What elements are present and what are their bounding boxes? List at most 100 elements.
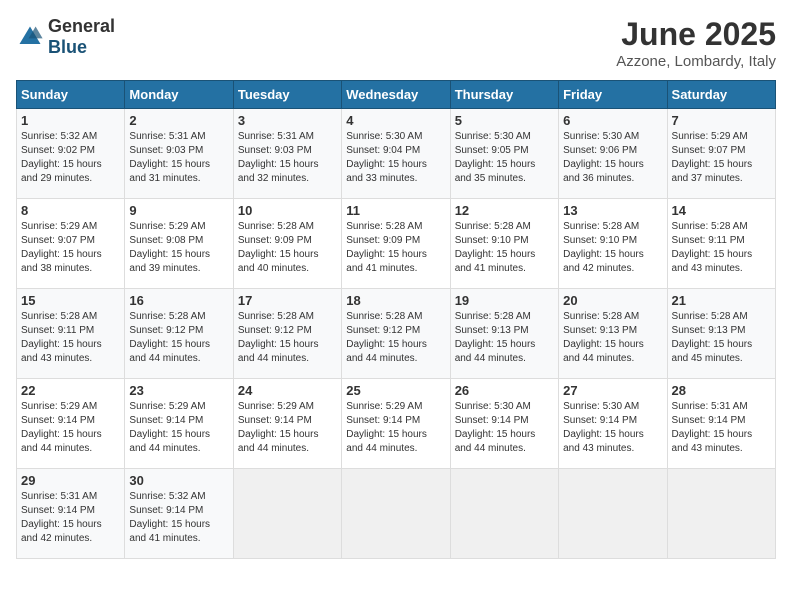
- calendar-day-cell: 30 Sunrise: 5:32 AMSunset: 9:14 PMDaylig…: [125, 469, 233, 559]
- day-number: 26: [455, 383, 554, 398]
- weekday-header: Sunday: [17, 81, 125, 109]
- calendar-day-cell: 25 Sunrise: 5:29 AMSunset: 9:14 PMDaylig…: [342, 379, 450, 469]
- day-info: Sunrise: 5:28 AMSunset: 9:12 PMDaylight:…: [238, 311, 319, 364]
- day-info: Sunrise: 5:29 AMSunset: 9:14 PMDaylight:…: [129, 401, 210, 454]
- day-info: Sunrise: 5:30 AMSunset: 9:14 PMDaylight:…: [455, 401, 536, 454]
- day-info: Sunrise: 5:28 AMSunset: 9:11 PMDaylight:…: [672, 221, 753, 274]
- day-info: Sunrise: 5:32 AMSunset: 9:14 PMDaylight:…: [129, 491, 210, 544]
- day-number: 6: [563, 113, 662, 128]
- day-info: Sunrise: 5:30 AMSunset: 9:05 PMDaylight:…: [455, 131, 536, 184]
- day-number: 24: [238, 383, 337, 398]
- day-number: 16: [129, 293, 228, 308]
- day-info: Sunrise: 5:28 AMSunset: 9:11 PMDaylight:…: [21, 311, 102, 364]
- day-info: Sunrise: 5:28 AMSunset: 9:12 PMDaylight:…: [129, 311, 210, 364]
- day-info: Sunrise: 5:29 AMSunset: 9:14 PMDaylight:…: [238, 401, 319, 454]
- calendar-day-cell: 29 Sunrise: 5:31 AMSunset: 9:14 PMDaylig…: [17, 469, 125, 559]
- calendar-week-row: 1 Sunrise: 5:32 AMSunset: 9:02 PMDayligh…: [17, 109, 776, 199]
- day-info: Sunrise: 5:29 AMSunset: 9:14 PMDaylight:…: [346, 401, 427, 454]
- weekday-header: Thursday: [450, 81, 558, 109]
- day-info: Sunrise: 5:28 AMSunset: 9:10 PMDaylight:…: [563, 221, 644, 274]
- day-info: Sunrise: 5:31 AMSunset: 9:14 PMDaylight:…: [672, 401, 753, 454]
- day-number: 21: [672, 293, 771, 308]
- calendar-week-row: 8 Sunrise: 5:29 AMSunset: 9:07 PMDayligh…: [17, 199, 776, 289]
- calendar-table: SundayMondayTuesdayWednesdayThursdayFrid…: [16, 80, 776, 559]
- calendar-day-cell: 19 Sunrise: 5:28 AMSunset: 9:13 PMDaylig…: [450, 289, 558, 379]
- day-info: Sunrise: 5:32 AMSunset: 9:02 PMDaylight:…: [21, 131, 102, 184]
- calendar-day-cell: 2 Sunrise: 5:31 AMSunset: 9:03 PMDayligh…: [125, 109, 233, 199]
- day-number: 8: [21, 203, 120, 218]
- weekday-header: Saturday: [667, 81, 775, 109]
- day-info: Sunrise: 5:31 AMSunset: 9:03 PMDaylight:…: [129, 131, 210, 184]
- calendar-day-cell: 8 Sunrise: 5:29 AMSunset: 9:07 PMDayligh…: [17, 199, 125, 289]
- calendar-day-cell: 17 Sunrise: 5:28 AMSunset: 9:12 PMDaylig…: [233, 289, 341, 379]
- weekday-header: Friday: [559, 81, 667, 109]
- calendar-day-cell: 1 Sunrise: 5:32 AMSunset: 9:02 PMDayligh…: [17, 109, 125, 199]
- day-info: Sunrise: 5:29 AMSunset: 9:08 PMDaylight:…: [129, 221, 210, 274]
- calendar-day-cell: 18 Sunrise: 5:28 AMSunset: 9:12 PMDaylig…: [342, 289, 450, 379]
- calendar-week-row: 15 Sunrise: 5:28 AMSunset: 9:11 PMDaylig…: [17, 289, 776, 379]
- calendar-day-cell: 28 Sunrise: 5:31 AMSunset: 9:14 PMDaylig…: [667, 379, 775, 469]
- day-number: 3: [238, 113, 337, 128]
- calendar-day-cell: 22 Sunrise: 5:29 AMSunset: 9:14 PMDaylig…: [17, 379, 125, 469]
- logo: General Blue: [16, 16, 115, 58]
- calendar-day-cell: 15 Sunrise: 5:28 AMSunset: 9:11 PMDaylig…: [17, 289, 125, 379]
- day-info: Sunrise: 5:31 AMSunset: 9:14 PMDaylight:…: [21, 491, 102, 544]
- calendar-day-cell: 6 Sunrise: 5:30 AMSunset: 9:06 PMDayligh…: [559, 109, 667, 199]
- calendar-day-cell: 5 Sunrise: 5:30 AMSunset: 9:05 PMDayligh…: [450, 109, 558, 199]
- day-number: 29: [21, 473, 120, 488]
- calendar-day-cell: 20 Sunrise: 5:28 AMSunset: 9:13 PMDaylig…: [559, 289, 667, 379]
- title-area: June 2025 Azzone, Lombardy, Italy: [616, 16, 776, 70]
- day-number: 17: [238, 293, 337, 308]
- calendar-day-cell: [667, 469, 775, 559]
- day-info: Sunrise: 5:31 AMSunset: 9:03 PMDaylight:…: [238, 131, 319, 184]
- day-number: 1: [21, 113, 120, 128]
- calendar-day-cell: 10 Sunrise: 5:28 AMSunset: 9:09 PMDaylig…: [233, 199, 341, 289]
- day-info: Sunrise: 5:30 AMSunset: 9:06 PMDaylight:…: [563, 131, 644, 184]
- weekday-header: Tuesday: [233, 81, 341, 109]
- day-number: 18: [346, 293, 445, 308]
- day-number: 20: [563, 293, 662, 308]
- day-number: 7: [672, 113, 771, 128]
- day-number: 2: [129, 113, 228, 128]
- calendar-day-cell: 21 Sunrise: 5:28 AMSunset: 9:13 PMDaylig…: [667, 289, 775, 379]
- logo-icon: [16, 23, 44, 51]
- day-number: 28: [672, 383, 771, 398]
- logo-blue: Blue: [48, 37, 87, 57]
- day-number: 11: [346, 203, 445, 218]
- header: General Blue June 2025 Azzone, Lombardy,…: [16, 16, 776, 70]
- day-number: 27: [563, 383, 662, 398]
- day-info: Sunrise: 5:28 AMSunset: 9:09 PMDaylight:…: [238, 221, 319, 274]
- calendar-day-cell: [450, 469, 558, 559]
- day-number: 9: [129, 203, 228, 218]
- calendar-day-cell: [559, 469, 667, 559]
- calendar-day-cell: 3 Sunrise: 5:31 AMSunset: 9:03 PMDayligh…: [233, 109, 341, 199]
- calendar-week-row: 22 Sunrise: 5:29 AMSunset: 9:14 PMDaylig…: [17, 379, 776, 469]
- day-number: 30: [129, 473, 228, 488]
- day-info: Sunrise: 5:29 AMSunset: 9:07 PMDaylight:…: [672, 131, 753, 184]
- day-info: Sunrise: 5:28 AMSunset: 9:09 PMDaylight:…: [346, 221, 427, 274]
- day-info: Sunrise: 5:28 AMSunset: 9:12 PMDaylight:…: [346, 311, 427, 364]
- day-info: Sunrise: 5:29 AMSunset: 9:14 PMDaylight:…: [21, 401, 102, 454]
- calendar-day-cell: 7 Sunrise: 5:29 AMSunset: 9:07 PMDayligh…: [667, 109, 775, 199]
- month-title: June 2025: [616, 16, 776, 53]
- logo-text: General Blue: [48, 16, 115, 58]
- day-info: Sunrise: 5:28 AMSunset: 9:10 PMDaylight:…: [455, 221, 536, 274]
- calendar-day-cell: [342, 469, 450, 559]
- calendar-day-cell: 9 Sunrise: 5:29 AMSunset: 9:08 PMDayligh…: [125, 199, 233, 289]
- weekday-header: Monday: [125, 81, 233, 109]
- calendar-day-cell: 26 Sunrise: 5:30 AMSunset: 9:14 PMDaylig…: [450, 379, 558, 469]
- calendar-day-cell: 16 Sunrise: 5:28 AMSunset: 9:12 PMDaylig…: [125, 289, 233, 379]
- day-number: 25: [346, 383, 445, 398]
- day-info: Sunrise: 5:29 AMSunset: 9:07 PMDaylight:…: [21, 221, 102, 274]
- day-number: 14: [672, 203, 771, 218]
- day-info: Sunrise: 5:30 AMSunset: 9:14 PMDaylight:…: [563, 401, 644, 454]
- day-number: 13: [563, 203, 662, 218]
- day-number: 12: [455, 203, 554, 218]
- day-info: Sunrise: 5:30 AMSunset: 9:04 PMDaylight:…: [346, 131, 427, 184]
- logo-general: General: [48, 16, 115, 36]
- day-number: 22: [21, 383, 120, 398]
- calendar-day-cell: [233, 469, 341, 559]
- calendar-day-cell: 23 Sunrise: 5:29 AMSunset: 9:14 PMDaylig…: [125, 379, 233, 469]
- calendar-day-cell: 13 Sunrise: 5:28 AMSunset: 9:10 PMDaylig…: [559, 199, 667, 289]
- day-number: 15: [21, 293, 120, 308]
